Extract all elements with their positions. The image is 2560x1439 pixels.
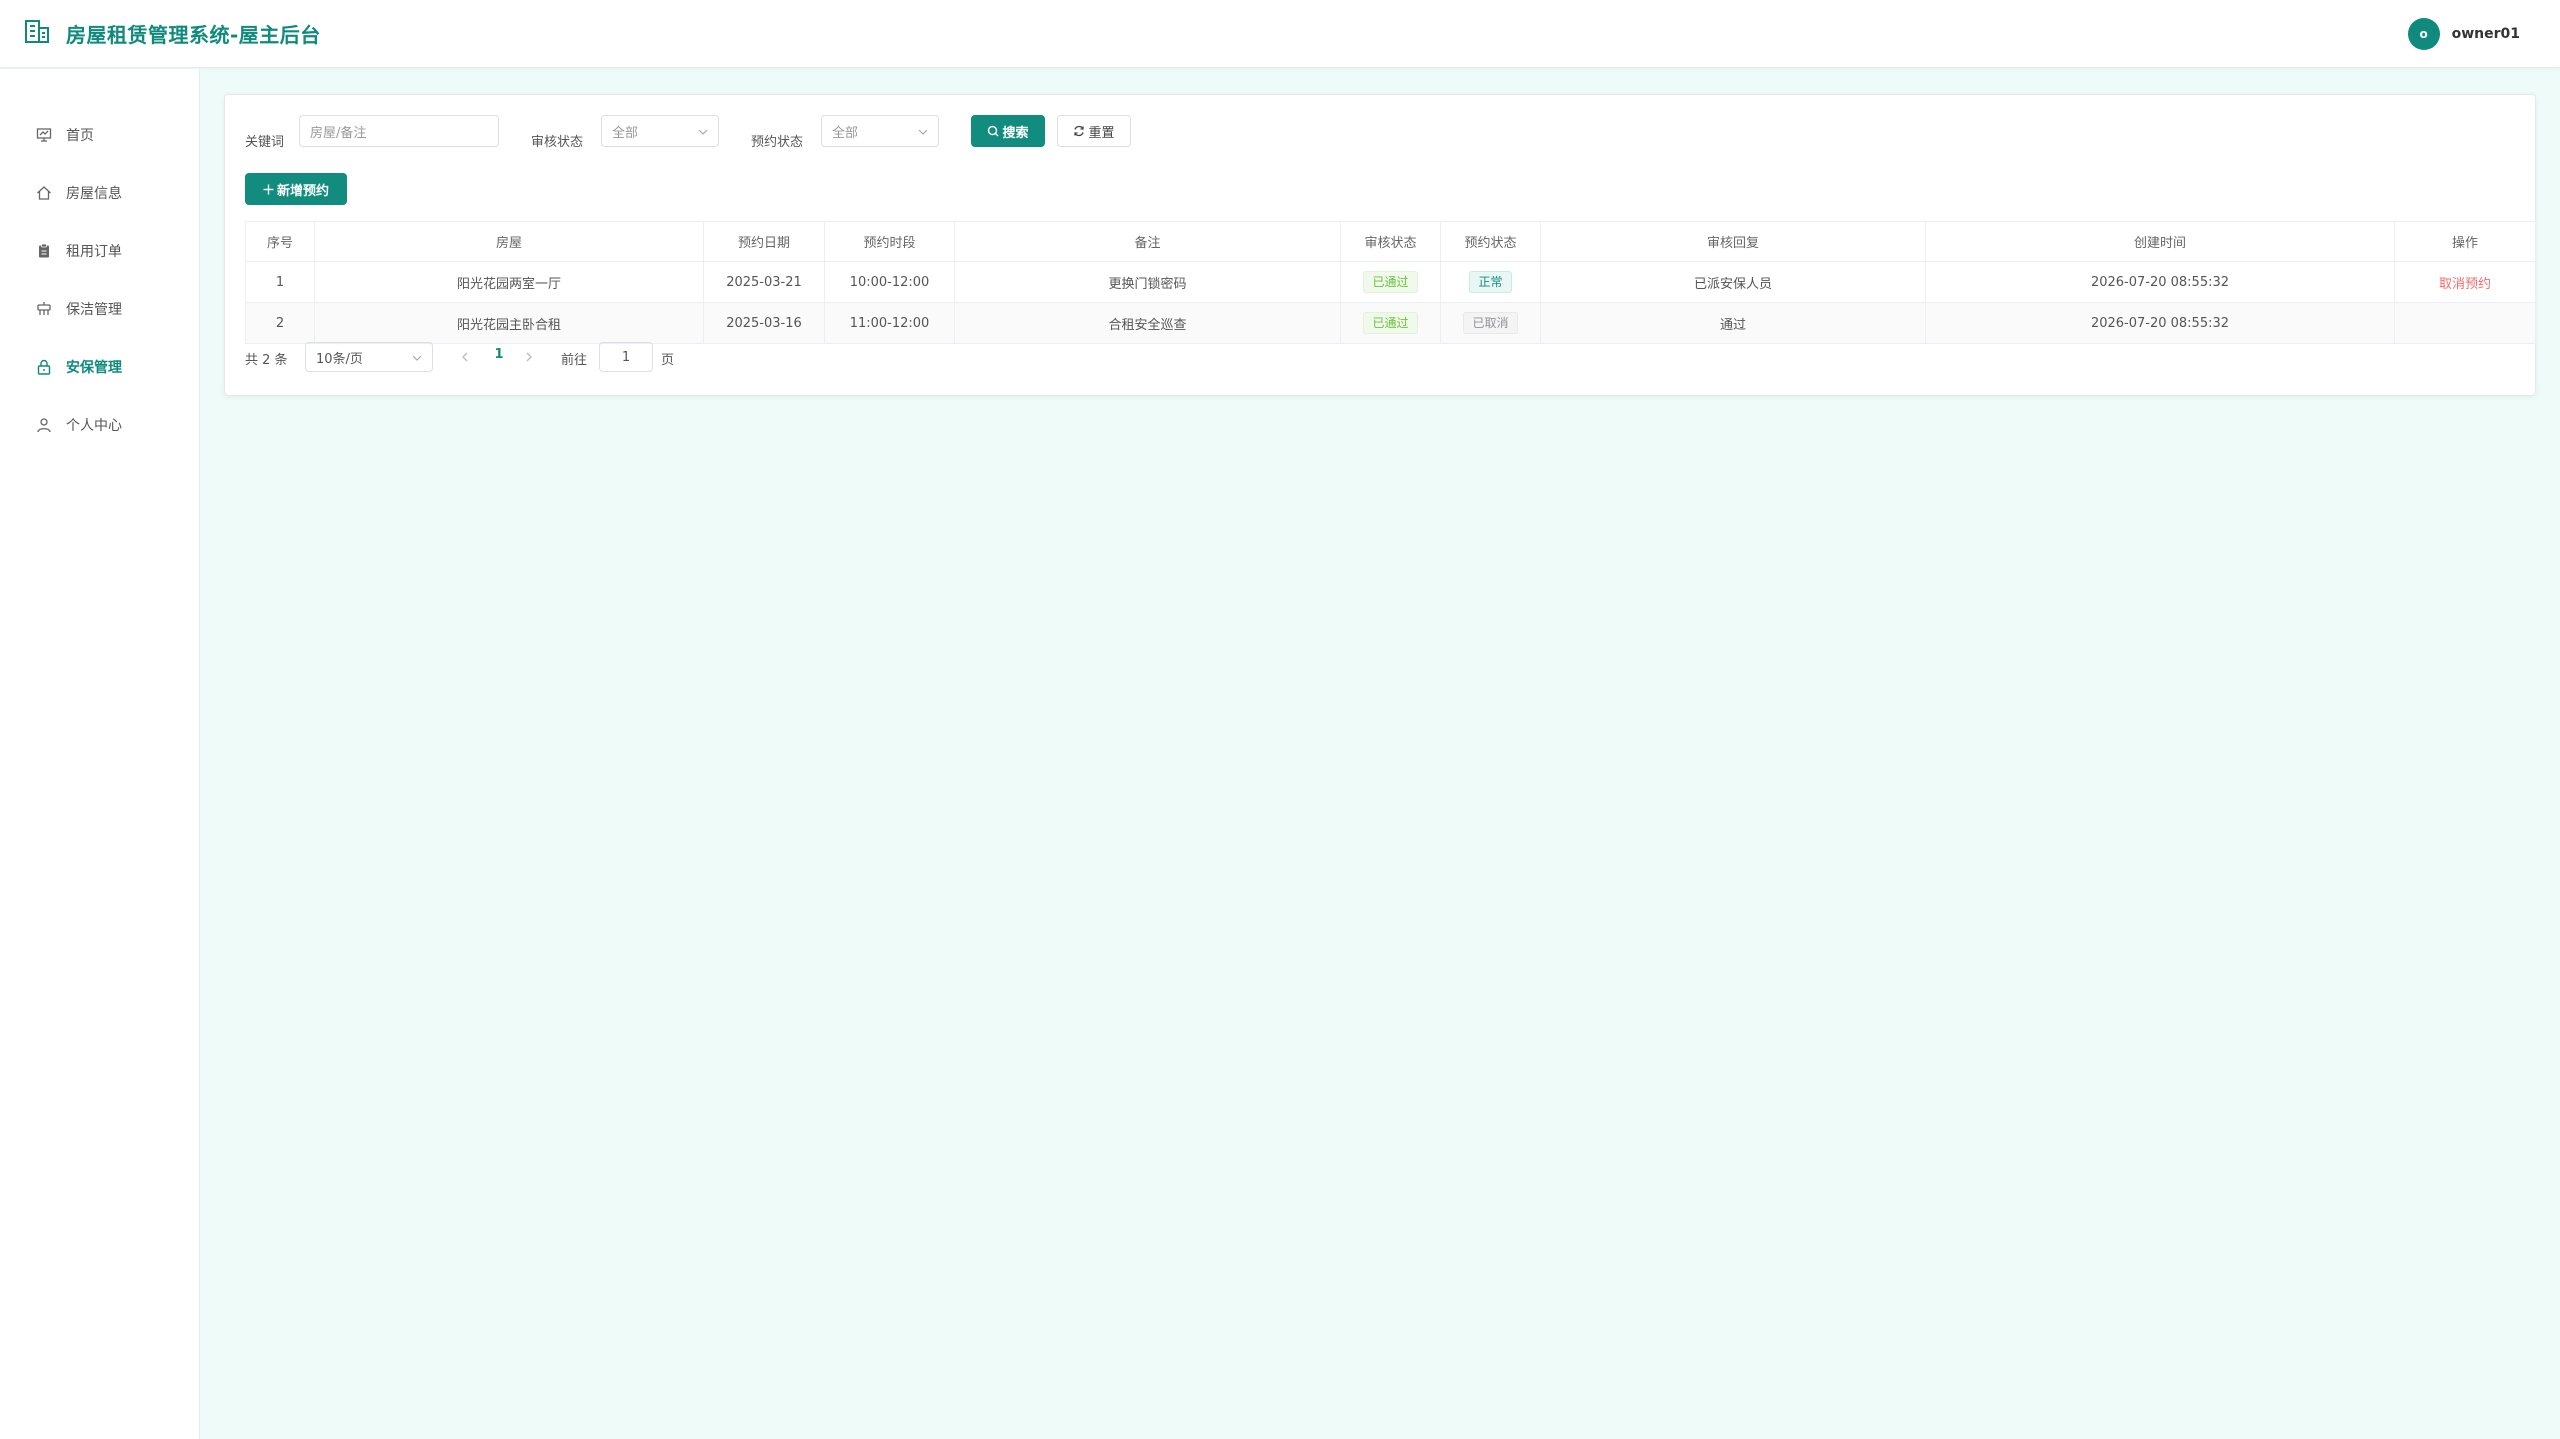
cancel-booking-link[interactable]: 取消预约 [2439,277,2491,292]
keyword-label: 关键词 [245,135,285,150]
page-size-value: 10条/页 [316,351,363,367]
sidebar-item-security[interactable]: 安保管理 [0,347,199,387]
cell-created: 2026-07-20 08:55:32 [1925,261,2395,303]
sidebar-item-orders[interactable]: 租用订单 [0,231,199,271]
home-monitor-icon [36,127,52,143]
refresh-icon [1073,125,1085,137]
cell-house: 阳光花园主卧合租 [314,302,704,344]
booking-status-badge: 正常 [1469,271,1512,293]
cell-reply: 通过 [1540,302,1926,344]
username[interactable]: owner01 [2452,26,2520,42]
cell-reply: 已派安保人员 [1540,261,1926,303]
user-menu[interactable]: o owner01 [2407,18,2520,50]
column-header: 操作 [2394,221,2536,262]
top-header: 房屋租赁管理系统-屋主后台 o owner01 [0,0,2560,68]
add-booking-button-label: 新增预约 [276,183,329,199]
audit-status-select[interactable]: 全部 [601,115,719,147]
column-header: 创建时间 [1925,221,2395,262]
sidebar-item-label: 租用订单 [66,244,122,260]
booking-table: 序号 房屋 预约日期 预约时段 备注 审核状态 预约状态 审核回复 创建时间 操… [245,221,2536,344]
booking-status-label: 预约状态 [751,135,804,150]
page-number-1[interactable]: 1 [489,347,509,367]
column-header: 预约时段 [824,221,955,262]
brand[interactable]: 房屋租赁管理系统-屋主后台 [24,18,321,48]
sidebar-item-profile[interactable]: 个人中心 [0,405,199,445]
lock-icon [36,359,52,375]
reset-button-label: 重置 [1088,125,1115,141]
cell-audit: 已通过 [1340,302,1441,344]
cell-index: 2 [245,302,315,344]
cell-action: 取消预约 [2394,261,2536,303]
cell-date: 2025-03-16 [703,302,825,344]
booking-status-select[interactable]: 全部 [821,115,939,147]
add-booking-button[interactable]: 新增预约 [245,173,347,205]
search-button[interactable]: 搜索 [971,115,1045,147]
page-size-select[interactable]: 10条/页 [305,342,433,372]
column-header: 预约状态 [1440,221,1541,262]
column-header: 审核状态 [1340,221,1441,262]
cell-booking: 已取消 [1440,302,1541,344]
keyword-input[interactable]: 房屋/备注 [299,115,499,147]
column-header: 序号 [245,221,315,262]
goto-label: 前往 [561,353,588,368]
cell-audit: 已通过 [1340,261,1441,303]
plus-icon [263,184,274,195]
cell-created: 2026-07-20 08:55:32 [1925,302,2395,344]
audit-status-label: 审核状态 [531,135,584,150]
cell-date: 2025-03-21 [703,261,825,303]
search-icon [987,125,999,137]
sidebar-item-label: 房屋信息 [66,186,122,202]
audit-status-value: 全部 [612,125,639,141]
booking-status-value: 全部 [832,125,859,141]
building-icon [24,18,54,48]
user-icon [36,417,52,433]
cell-note: 合租安全巡查 [954,302,1341,344]
cell-booking: 正常 [1440,261,1541,303]
column-header: 审核回复 [1540,221,1926,262]
sidebar-item-label: 安保管理 [66,360,122,376]
column-header: 房屋 [314,221,704,262]
table-row[interactable]: 1 阳光花园两室一厅 2025-03-21 10:00-12:00 更换门锁密码… [245,261,2536,303]
prev-page-button[interactable] [457,347,473,367]
page-suffix-label: 页 [661,353,675,368]
pagination-total: 共 2 条 [245,353,288,368]
house-icon [36,185,52,201]
chevron-down-icon [698,126,708,136]
column-header: 预约日期 [703,221,825,262]
column-header: 备注 [954,221,1341,262]
sidebar: 首页 房屋信息 租用订单 保洁管理 安保管理 个人中心 [0,69,200,1439]
table-header-row: 序号 房屋 预约日期 预约时段 备注 审核状态 预约状态 审核回复 创建时间 操… [245,221,2536,262]
cell-time: 10:00-12:00 [824,261,955,303]
cleaning-icon [36,301,52,317]
booking-status-badge: 已取消 [1463,312,1518,334]
sidebar-item-label: 保洁管理 [66,302,122,318]
clipboard-icon [36,243,52,259]
sidebar-item-home[interactable]: 首页 [0,115,199,155]
search-button-label: 搜索 [1002,125,1029,141]
reset-button[interactable]: 重置 [1057,115,1131,147]
cell-action [2394,302,2536,344]
cell-index: 1 [245,261,315,303]
app-title: 房屋租赁管理系统-屋主后台 [66,22,321,47]
table-row[interactable]: 2 阳光花园主卧合租 2025-03-16 11:00-12:00 合租安全巡查… [245,302,2536,344]
audit-status-badge: 已通过 [1363,271,1418,293]
main-card: 关键词 房屋/备注 审核状态 全部 预约状态 全部 搜索 重置 新增预约 序号 … [224,94,2536,396]
next-page-button[interactable] [521,347,537,367]
cell-house: 阳光花园两室一厅 [314,261,704,303]
avatar[interactable]: o [2407,18,2440,50]
sidebar-item-house-info[interactable]: 房屋信息 [0,173,199,213]
chevron-down-icon [412,352,422,362]
goto-page-input[interactable]: 1 [599,342,653,372]
cell-note: 更换门锁密码 [954,261,1341,303]
chevron-down-icon [918,126,928,136]
cell-time: 11:00-12:00 [824,302,955,344]
sidebar-item-label: 首页 [66,128,94,144]
sidebar-item-cleaning[interactable]: 保洁管理 [0,289,199,329]
sidebar-item-label: 个人中心 [66,418,122,434]
audit-status-badge: 已通过 [1363,312,1418,334]
